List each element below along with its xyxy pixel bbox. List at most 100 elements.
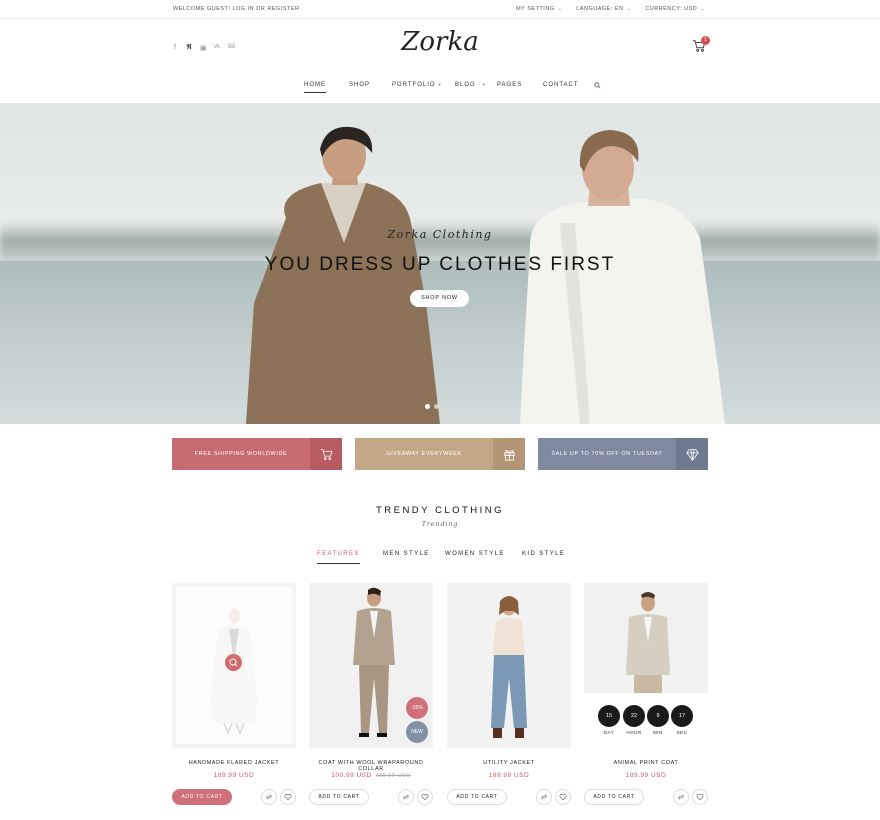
compare-icon [402, 794, 410, 800]
countdown-sec: 17 SEC [671, 705, 693, 735]
tab-men-style[interactable]: MEN STYLE [383, 551, 430, 557]
heart-icon [421, 793, 429, 801]
promo-sale[interactable]: SALE UP TO 70% OFF ON TUESDAY [538, 438, 708, 470]
chevron-down-icon: ▼ [437, 82, 443, 87]
product-price: 189.99 USD [172, 772, 296, 779]
compare-icon [265, 794, 273, 800]
countdown-label: SEC [676, 730, 688, 735]
product-image[interactable]: -25% NEW [309, 583, 433, 748]
wishlist-button[interactable] [280, 789, 296, 805]
promo-free-shipping[interactable]: FREE SHIPPING WORLDWIDE [172, 438, 342, 470]
hero-water [0, 261, 880, 424]
tab-features[interactable]: FEATURES [317, 551, 360, 564]
cart-icon [310, 438, 342, 470]
chevron-down-icon: ▼ [481, 82, 487, 87]
currency-label: CURRENCY: USD [645, 6, 698, 12]
product-name[interactable]: UTILITY JACKET [447, 760, 571, 766]
slider-dot[interactable] [434, 404, 439, 409]
product-name[interactable]: HANDMADE FLARED JACKET [172, 760, 296, 766]
nav-portfolio[interactable]: PORTFOLIO ▼ [392, 82, 443, 88]
countdown-day: 15 DAY [598, 705, 620, 735]
shop-now-button[interactable]: SHOP NOW [410, 290, 469, 307]
promo-giveaway[interactable]: GIVEAWAY EVERYWEEK [355, 438, 525, 470]
quick-view-button[interactable] [225, 654, 242, 671]
compare-button[interactable] [398, 789, 414, 805]
compare-button[interactable] [261, 789, 277, 805]
section-title: TRENDY CLOTHING [375, 505, 505, 516]
nav-label: CONTACT [543, 82, 579, 88]
countdown-label: DAY [603, 730, 615, 735]
nav-label: SHOP [349, 82, 371, 88]
main-nav: HOME SHOP PORTFOLIO ▼ BLOG ▼ PAGES CONTACT [0, 79, 880, 95]
promo-label: GIVEAWAY EVERYWEEK [386, 451, 462, 457]
product-image[interactable]: 15 DAY 22 HOUR 9 MIN 17 SEC [584, 583, 708, 748]
countdown-label: MIN [653, 730, 663, 735]
compare-button[interactable] [673, 789, 689, 805]
compare-icon [677, 794, 685, 800]
site-logo[interactable]: Zorka [0, 27, 880, 57]
nav-label: PORTFOLIO [392, 82, 436, 88]
cart-button[interactable]: 1 [692, 36, 710, 53]
wishlist-button[interactable] [692, 789, 708, 805]
my-setting-label: MY SETTING [516, 6, 555, 12]
chevron-down-icon: ⌄ [700, 6, 705, 12]
countdown-value: 17 [671, 705, 693, 727]
price-current: 189.99 USD [213, 772, 255, 779]
top-bar: WELCOME GUEST! LOG IN OR REGISTER MY SET… [0, 0, 880, 19]
hero-title: YOU DRESS UP CLOTHES FIRST [264, 254, 616, 275]
countdown-label: HOUR [626, 730, 642, 735]
price-current: 189.99 USD [488, 772, 530, 779]
wishlist-button[interactable] [417, 789, 433, 805]
product-image[interactable] [447, 583, 571, 748]
nav-home[interactable]: HOME [304, 82, 326, 93]
site-header: f 𝕽 ▣ vk Bē Zorka 1 HOME SHOP PORTFOLIO ▼… [0, 19, 880, 103]
price-current: 100.99 USD [331, 772, 372, 779]
product-image[interactable] [172, 583, 296, 748]
diamond-icon [676, 438, 708, 470]
product-name[interactable]: COAT WITH WOOL WRAPAROUND COLLAR [309, 760, 433, 772]
product-name[interactable]: ANIMAL PRINT COAT [584, 760, 708, 766]
slider-pagination [425, 404, 439, 409]
nav-shop[interactable]: SHOP [349, 82, 370, 88]
language-label: LANGUAGE: EN [576, 6, 624, 12]
search-icon[interactable] [594, 82, 601, 89]
gift-icon [493, 438, 525, 470]
section-subtitle: Trending [421, 520, 459, 528]
nav-label: BLOG [455, 82, 476, 88]
tab-women-style[interactable]: WOMEN STYLE [445, 551, 505, 557]
hero-slider: Zorka Clothing YOU DRESS UP CLOTHES FIRS… [0, 103, 880, 424]
price-old: 189.99 USD [375, 773, 411, 779]
countdown-hour: 22 HOUR [623, 705, 645, 735]
slider-dot[interactable] [425, 404, 430, 409]
wishlist-button[interactable] [555, 789, 571, 805]
cart-count-badge: 1 [701, 36, 710, 45]
product-price: 100.99 USD 189.99 USD [309, 772, 433, 779]
compare-button[interactable] [536, 789, 552, 805]
product-price: 189.99 USD [584, 772, 708, 779]
price-current: 189.99 USD [625, 772, 667, 779]
currency-menu[interactable]: CURRENCY: USD ⌄ [645, 6, 705, 12]
chevron-down-icon: ⌄ [626, 6, 632, 12]
language-menu[interactable]: LANGUAGE: EN ⌄ [576, 6, 631, 12]
heart-icon [559, 793, 567, 801]
promo-label: SALE UP TO 70% OFF ON TUESDAY [551, 451, 663, 457]
chevron-down-icon: ⌄ [557, 6, 563, 12]
add-to-cart-button[interactable]: ADD TO CART [172, 789, 232, 805]
countdown-value: 9 [647, 705, 669, 727]
nav-contact[interactable]: CONTACT [543, 82, 579, 88]
tab-kid-style[interactable]: KID STYLE [522, 551, 565, 557]
my-setting-menu[interactable]: MY SETTING ⌄ [516, 6, 562, 12]
new-badge: NEW [406, 721, 428, 743]
add-to-cart-button[interactable]: ADD TO CART [447, 789, 507, 805]
top-bar-settings: MY SETTING ⌄ LANGUAGE: EN ⌄ CURRENCY: USD ⌄ [516, 6, 705, 12]
search-icon [229, 658, 238, 667]
add-to-cart-button[interactable]: ADD TO CART [584, 789, 644, 805]
add-to-cart-button[interactable]: ADD TO CART [309, 789, 369, 805]
hero-subtitle: Zorka Clothing [387, 228, 493, 241]
countdown-min: 9 MIN [647, 705, 669, 735]
nav-label: HOME [304, 82, 326, 88]
nav-blog[interactable]: BLOG ▼ [455, 82, 487, 88]
welcome-text[interactable]: WELCOME GUEST! LOG IN OR REGISTER [173, 6, 300, 12]
nav-pages[interactable]: PAGES [497, 82, 522, 88]
promo-label: FREE SHIPPING WORLDWIDE [194, 451, 288, 457]
